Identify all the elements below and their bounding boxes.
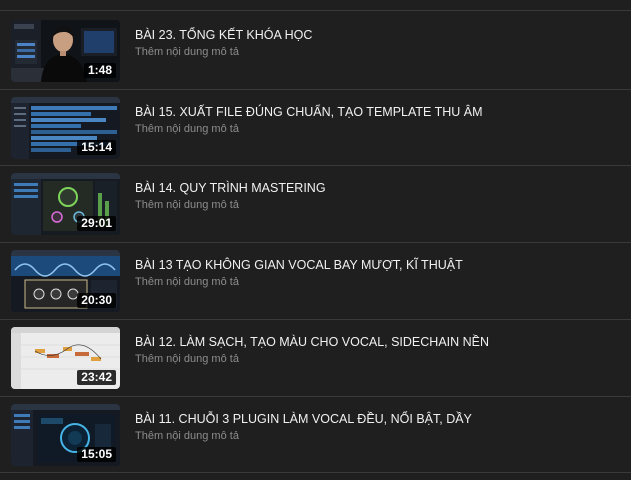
lesson-item-23[interactable]: 1:48 BÀI 23. TỔNG KẾT KHÓA HỌC Thêm nội …	[0, 20, 631, 96]
video-thumbnail[interactable]: 29:01	[11, 173, 120, 235]
lesson-item-12[interactable]: 23:42 BÀI 12. LÀM SẠCH, TẠO MÀU CHO VOCA…	[0, 327, 631, 403]
video-duration: 15:05	[77, 447, 116, 462]
lesson-item-13[interactable]: 20:30 BÀI 13 TẠO KHÔNG GIAN VOCAL BAY MƯ…	[0, 250, 631, 326]
video-thumbnail[interactable]: 20:30	[11, 250, 120, 312]
lesson-item-14[interactable]: 29:01 BÀI 14. QUY TRÌNH MASTERING Thêm n…	[0, 173, 631, 249]
lesson-description: Thêm nội dung mô tả	[135, 199, 239, 211]
video-thumbnail[interactable]: 1:48	[11, 20, 120, 82]
divider	[0, 242, 631, 243]
lesson-description: Thêm nội dung mô tả	[135, 430, 239, 442]
lesson-item-11[interactable]: 15:05 BÀI 11. CHUỖI 3 PLUGIN LÀM VOCAL Đ…	[0, 404, 631, 480]
lesson-title[interactable]: BÀI 11. CHUỖI 3 PLUGIN LÀM VOCAL ĐỀU, NỔ…	[135, 411, 472, 427]
video-duration: 1:48	[83, 63, 116, 78]
video-thumbnail[interactable]: 15:14	[11, 97, 120, 159]
divider	[0, 319, 631, 320]
divider	[0, 396, 631, 397]
divider	[0, 89, 631, 90]
lesson-title[interactable]: BÀI 13 TẠO KHÔNG GIAN VOCAL BAY MƯỢT, KĨ…	[135, 257, 463, 273]
lesson-description: Thêm nội dung mô tả	[135, 276, 239, 288]
video-duration: 20:30	[77, 293, 116, 308]
video-duration: 15:14	[77, 140, 116, 155]
lesson-title[interactable]: BÀI 14. QUY TRÌNH MASTERING	[135, 180, 326, 196]
video-thumbnail[interactable]: 15:05	[11, 404, 120, 466]
lesson-description: Thêm nội dung mô tả	[135, 353, 239, 365]
video-duration: 23:42	[77, 370, 116, 385]
video-duration: 29:01	[77, 216, 116, 231]
lesson-title[interactable]: BÀI 23. TỔNG KẾT KHÓA HỌC	[135, 27, 312, 43]
divider	[0, 472, 631, 473]
lesson-item-15[interactable]: 15:14 BÀI 15. XUẤT FILE ĐÚNG CHUẨN, TẠO …	[0, 97, 631, 173]
lesson-title[interactable]: BÀI 15. XUẤT FILE ĐÚNG CHUẨN, TẠO TEMPLA…	[135, 104, 483, 120]
lesson-title[interactable]: BÀI 12. LÀM SẠCH, TẠO MÀU CHO VOCAL, SID…	[135, 334, 489, 350]
lesson-description: Thêm nội dung mô tả	[135, 123, 239, 135]
divider	[0, 10, 631, 11]
video-thumbnail[interactable]: 23:42	[11, 327, 120, 389]
lesson-description: Thêm nội dung mô tả	[135, 46, 239, 58]
divider	[0, 165, 631, 166]
lesson-list: 1:48 BÀI 23. TỔNG KẾT KHÓA HỌC Thêm nội …	[0, 0, 631, 476]
